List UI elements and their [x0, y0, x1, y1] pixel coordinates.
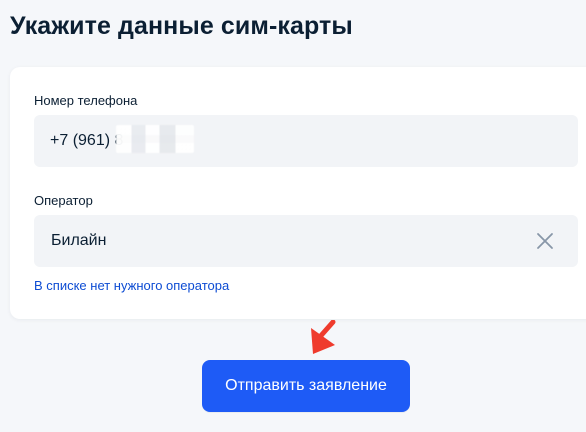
red-arrow-annotation [311, 320, 336, 354]
phone-number-field[interactable]: +7 (961) 8 [34, 115, 578, 167]
selected-operator-value: Билайн [51, 232, 107, 249]
submit-application-button[interactable]: Отправить заявление [202, 360, 410, 412]
missing-operator-link[interactable]: В списке нет нужного оператора [34, 278, 229, 293]
redacted-phone-digits [116, 125, 194, 153]
sim-card-details-card: Номер телефона +7 (961) 8 Оператор Билай… [10, 67, 586, 319]
phone-number-label: Номер телефона [34, 93, 138, 108]
close-icon [537, 233, 553, 249]
clear-operator-button[interactable] [534, 230, 556, 252]
page-title: Укажите данные сим-карты [10, 12, 353, 40]
operator-select[interactable]: Билайн [34, 215, 578, 267]
operator-label: Оператор [34, 193, 93, 208]
phone-number-value: +7 (961) 8 [50, 132, 124, 149]
